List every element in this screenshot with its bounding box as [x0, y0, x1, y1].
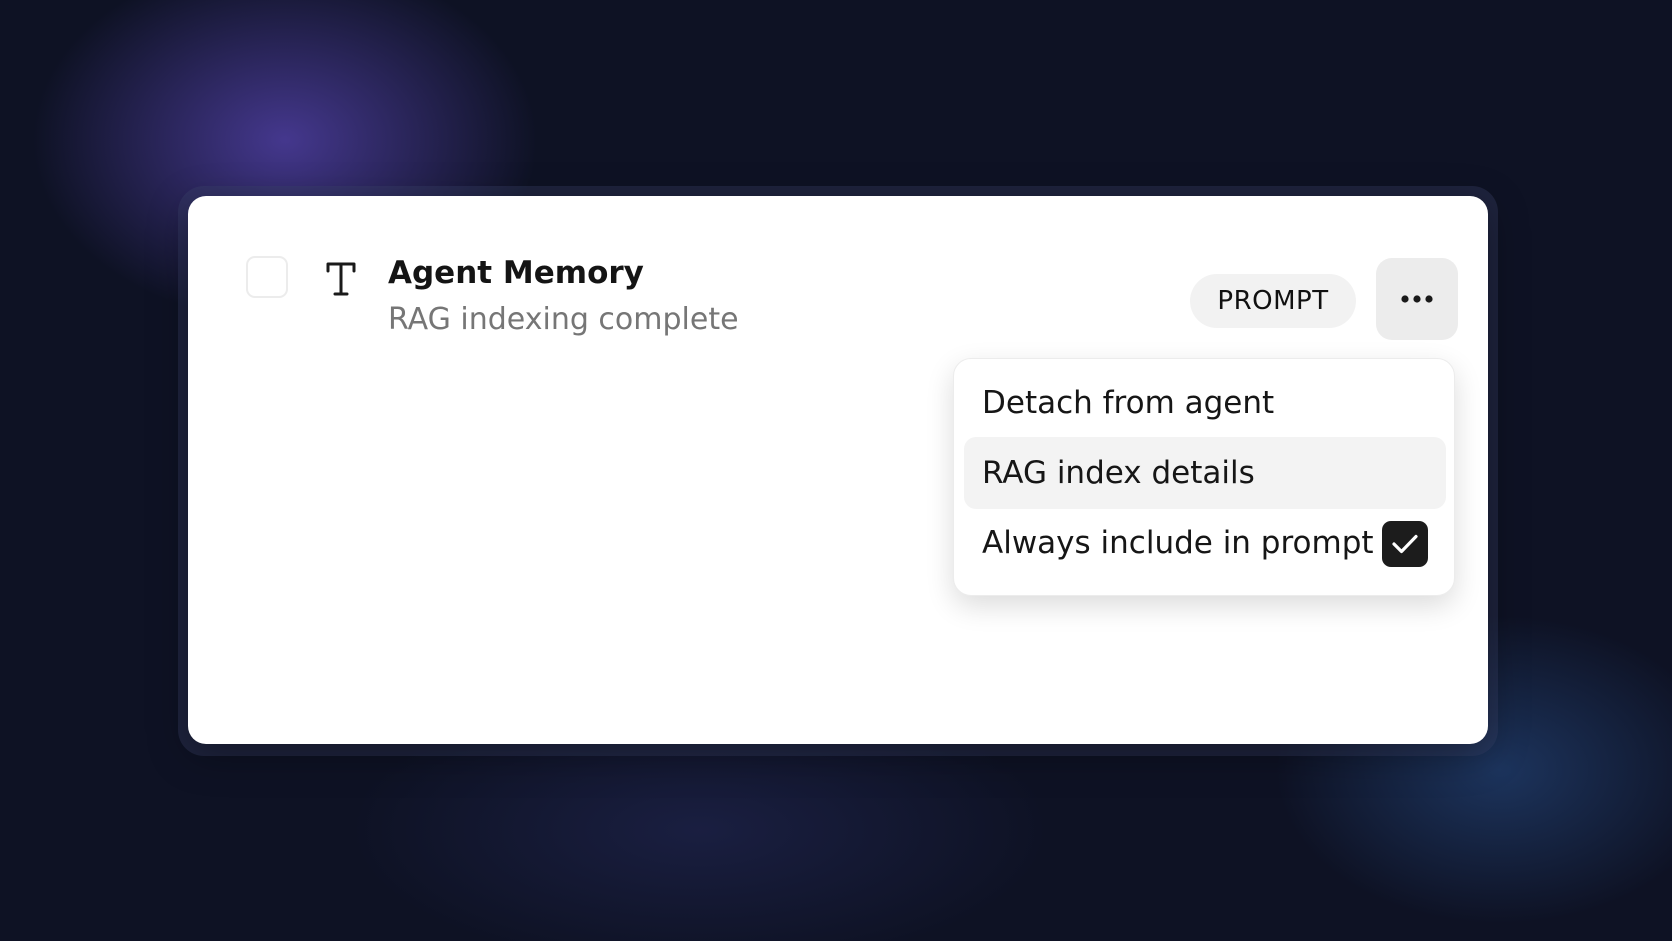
- more-options-button[interactable]: [1376, 258, 1458, 340]
- menu-item-detach[interactable]: Detach from agent: [964, 367, 1446, 439]
- menu-item-always-include[interactable]: Always include in prompt: [964, 507, 1446, 579]
- document-item-card: Agent Memory RAG indexing complete PROMP…: [188, 196, 1488, 744]
- always-include-checkbox[interactable]: [1382, 521, 1428, 567]
- more-horizontal-icon: [1401, 295, 1433, 303]
- menu-item-label: Detach from agent: [982, 385, 1275, 421]
- menu-item-rag-details[interactable]: RAG index details: [964, 437, 1446, 509]
- item-title: Agent Memory: [388, 255, 644, 291]
- menu-item-label: Always include in prompt: [982, 525, 1374, 561]
- prompt-badge: PROMPT: [1190, 274, 1356, 328]
- menu-item-label: RAG index details: [982, 455, 1255, 491]
- select-checkbox[interactable]: [246, 256, 288, 298]
- options-menu: Detach from agent RAG index details Alwa…: [953, 358, 1455, 596]
- text-type-icon: [326, 262, 356, 296]
- item-status: RAG indexing complete: [388, 302, 739, 337]
- checkmark-icon: [1392, 534, 1418, 554]
